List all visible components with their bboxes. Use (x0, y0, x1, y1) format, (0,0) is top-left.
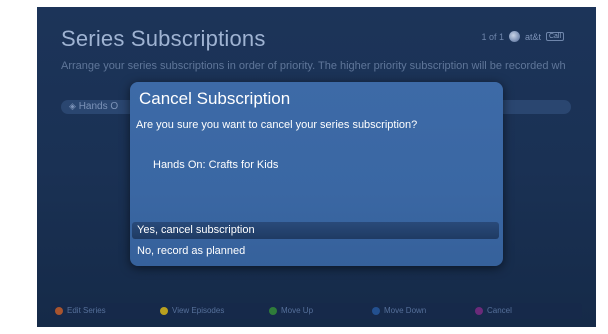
status-area: 1 of 1 at&t Call (481, 31, 564, 42)
page-indicator: 1 of 1 (481, 31, 504, 42)
brand-logo: at&t (524, 31, 541, 42)
series-icon: ◈ (69, 101, 76, 111)
list-item-label: ◈ Hands O (69, 101, 119, 112)
page-title: Series Subscriptions (61, 26, 266, 51)
footer-edit-series[interactable]: Edit Series (55, 306, 106, 315)
yellow-button-icon (160, 306, 168, 315)
red-button-icon (55, 306, 63, 315)
confirm-cancel-button[interactable]: Yes, cancel subscription (132, 222, 499, 239)
footer-move-down[interactable]: Move Down (372, 306, 426, 315)
footer-bar: Edit Series View Episodes Move Up Move D… (51, 303, 582, 319)
footer-move-up[interactable]: Move Up (269, 306, 313, 315)
green-button-icon (269, 306, 277, 315)
cancel-subscription-dialog: Cancel Subscription Are you sure you wan… (130, 82, 503, 266)
disc-icon (508, 31, 520, 42)
dialog-question: Are you sure you want to cancel your ser… (136, 119, 418, 131)
footer-cancel[interactable]: Cancel (475, 306, 512, 315)
call-icon: Call (546, 32, 564, 41)
record-as-planned-button[interactable]: No, record as planned (132, 243, 499, 260)
description-text: Arrange your series subscriptions in ord… (61, 60, 566, 72)
dialog-title: Cancel Subscription (139, 89, 291, 108)
program-name: Hands On: Crafts for Kids (153, 159, 279, 171)
footer-view-episodes[interactable]: View Episodes (160, 306, 224, 315)
blue-button-icon (372, 306, 380, 315)
purple-button-icon (475, 306, 483, 315)
